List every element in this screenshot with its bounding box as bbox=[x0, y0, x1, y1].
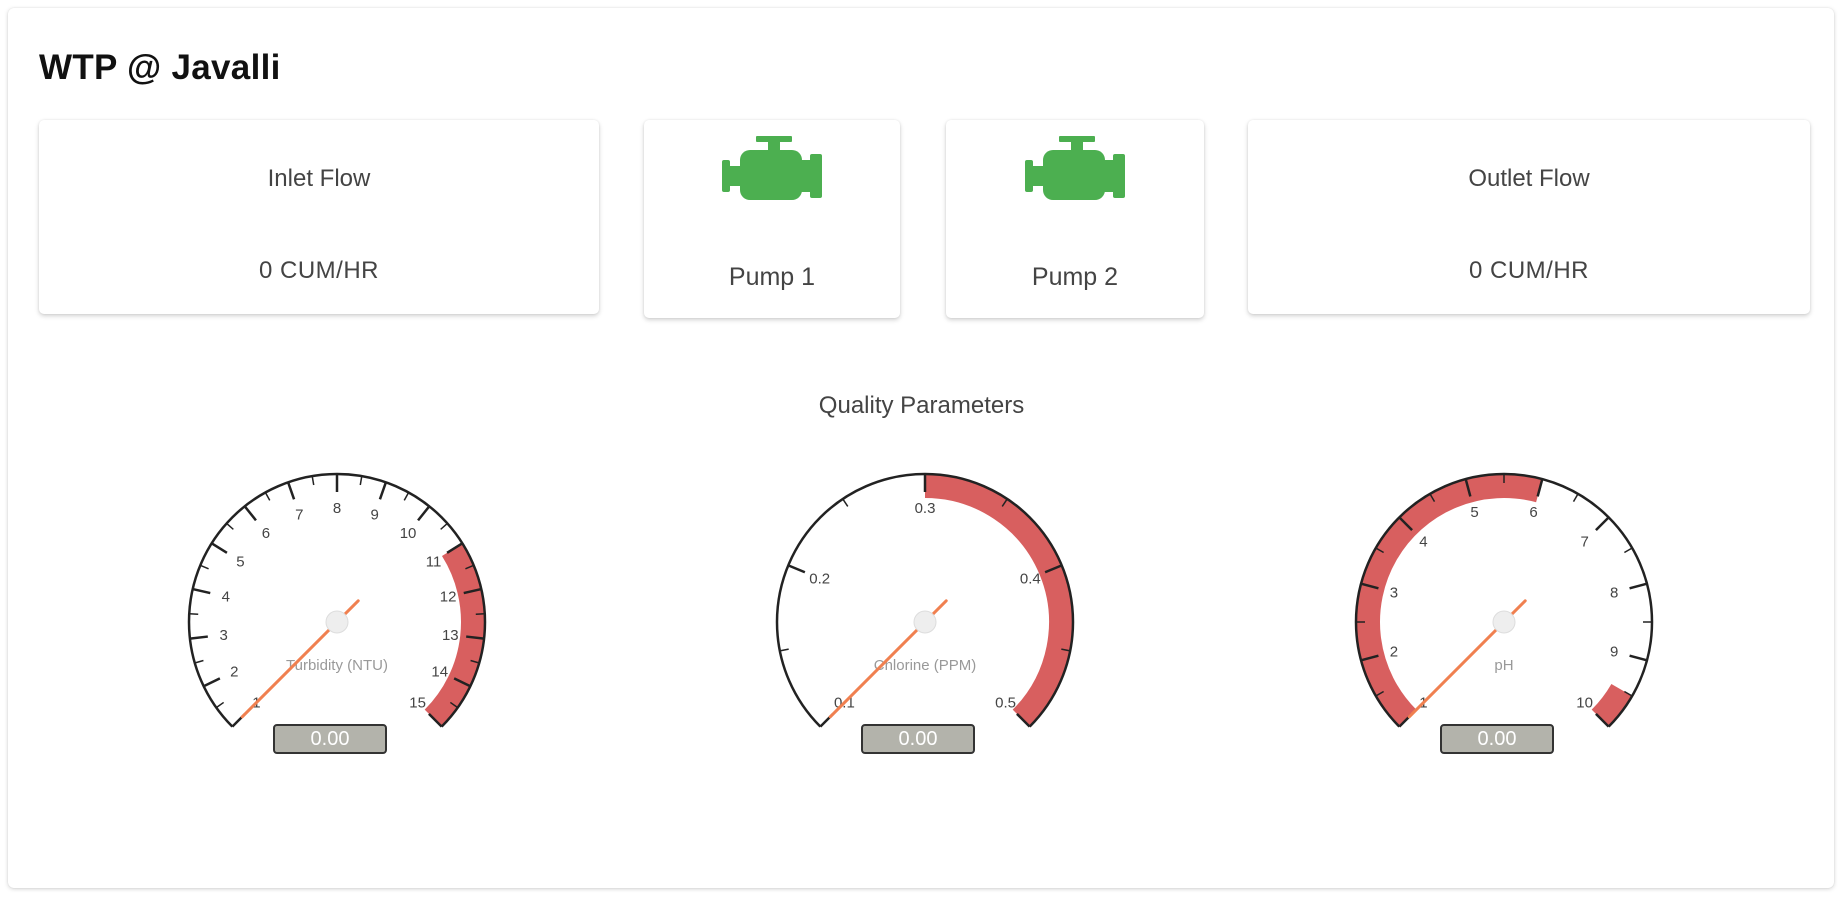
gauge-tick-label: 9 bbox=[370, 506, 378, 523]
gauge-tick-label: 0.4 bbox=[1020, 570, 1041, 587]
gauge-major-tick bbox=[1629, 654, 1648, 662]
gauge-tick-label: 2 bbox=[230, 663, 238, 680]
gauge-tick-label: 2 bbox=[1390, 644, 1398, 661]
gauge-minor-tick bbox=[226, 522, 234, 530]
gauge-minor-tick bbox=[779, 648, 789, 652]
gauge-minor-tick bbox=[194, 659, 204, 664]
gauge-tick-label: 5 bbox=[1470, 504, 1478, 521]
gauge-tick-label: 7 bbox=[1580, 533, 1588, 550]
gauge-tick-label: 12 bbox=[440, 589, 457, 606]
engine-icon bbox=[722, 136, 822, 200]
gauge-minor-tick bbox=[215, 701, 225, 709]
inlet-flow-card: Inlet Flow 0 CUM/HR bbox=[39, 120, 599, 314]
ph-gauge: 12345678910pH 0.00 bbox=[1334, 462, 1674, 782]
gauge-minor-tick bbox=[842, 498, 849, 507]
site-title: WTP @ Javalli bbox=[39, 48, 281, 87]
gauge-tick-label: 7 bbox=[295, 506, 303, 523]
gauge-tick-label: 15 bbox=[409, 695, 426, 712]
gauge-tick-label: 10 bbox=[400, 525, 417, 542]
gauge-tick-label: 11 bbox=[426, 553, 442, 570]
gauge-hub bbox=[913, 610, 937, 634]
gauge-unit-label: pH bbox=[1494, 657, 1513, 674]
engine-icon bbox=[1025, 136, 1125, 200]
gauge-major-tick bbox=[189, 635, 208, 640]
gauge-tick-label: 8 bbox=[333, 500, 341, 517]
gauge-major-tick bbox=[1629, 582, 1648, 590]
gauge-tick-label: 0.3 bbox=[915, 500, 936, 517]
gauge-tick-label: 4 bbox=[222, 589, 230, 606]
gauge-major-tick bbox=[787, 564, 806, 574]
pump-1-label: Pump 1 bbox=[728, 263, 816, 291]
gauge-minor-tick bbox=[1624, 547, 1633, 554]
gauge-tick-label: 13 bbox=[442, 627, 459, 644]
outlet-flow-value: 0 CUM/HR bbox=[1468, 257, 1589, 284]
chlorine-gauge: 0.10.20.30.40.5Chlorine (PPM) 0.00 bbox=[755, 462, 1095, 782]
outlet-flow-card: Outlet Flow 0 CUM/HR bbox=[1248, 120, 1810, 314]
gauge-readout: 0.00 bbox=[861, 724, 975, 754]
gauge-minor-tick bbox=[199, 564, 209, 570]
gauge-hub bbox=[1492, 610, 1516, 634]
gauge-major-tick bbox=[243, 505, 257, 522]
gauge-minor-tick bbox=[475, 612, 485, 615]
gauge-tick-label: 10 bbox=[1576, 695, 1593, 712]
gauge-tick-label: 8 bbox=[1610, 584, 1618, 601]
gauge-tick-label: 3 bbox=[1390, 584, 1398, 601]
gauge-tick-label: 5 bbox=[236, 553, 244, 570]
pump-2-card[interactable]: Pump 2 bbox=[946, 120, 1204, 318]
inlet-flow-value: 0 CUM/HR bbox=[258, 257, 379, 284]
outlet-flow-title: Outlet Flow bbox=[1468, 165, 1590, 192]
gauge-tick-label: 4 bbox=[1419, 533, 1427, 550]
inlet-flow-title: Inlet Flow bbox=[267, 165, 371, 192]
gauge-major-tick bbox=[286, 481, 296, 500]
gauge-minor-tick bbox=[1572, 493, 1579, 502]
gauge-minor-tick bbox=[311, 475, 315, 486]
gauge-major-tick bbox=[203, 677, 221, 688]
gauge-readout: 0.00 bbox=[1440, 724, 1554, 754]
gauge-major-tick bbox=[378, 481, 388, 500]
pump-2-label: Pump 2 bbox=[1031, 263, 1119, 291]
gauge-tick-label: 9 bbox=[1610, 644, 1618, 661]
gauge-minor-tick bbox=[264, 492, 271, 501]
gauge-major-tick bbox=[417, 505, 431, 522]
gauge-major-tick bbox=[211, 542, 228, 554]
gauge-tick-label: 6 bbox=[262, 525, 270, 542]
quality-parameters-heading: Quality Parameters bbox=[818, 392, 1025, 419]
gauge-red-zone bbox=[1356, 474, 1543, 727]
gauge-major-tick bbox=[192, 587, 211, 595]
gauge-rim bbox=[1354, 472, 1654, 728]
gauge-tick-label: 0.5 bbox=[995, 695, 1016, 712]
turbidity-gauge: 123456789101112131415Turbidity (NTU) 0.0… bbox=[167, 462, 507, 782]
gauge-minor-tick bbox=[359, 475, 363, 486]
gauge-minor-tick bbox=[189, 612, 199, 615]
gauge-tick-label: 0.2 bbox=[809, 570, 830, 587]
gauge-tick-label: 6 bbox=[1529, 504, 1537, 521]
gauge-minor-tick bbox=[440, 522, 448, 530]
gauge-minor-tick bbox=[403, 492, 410, 501]
gauge-tick-label: 3 bbox=[220, 627, 228, 644]
gauge-hub bbox=[325, 610, 349, 634]
pump-1-card[interactable]: Pump 1 bbox=[644, 120, 900, 318]
gauge-major-tick bbox=[1595, 516, 1610, 531]
gauge-readout: 0.00 bbox=[273, 724, 387, 754]
gauge-tick-label: 14 bbox=[431, 663, 448, 680]
